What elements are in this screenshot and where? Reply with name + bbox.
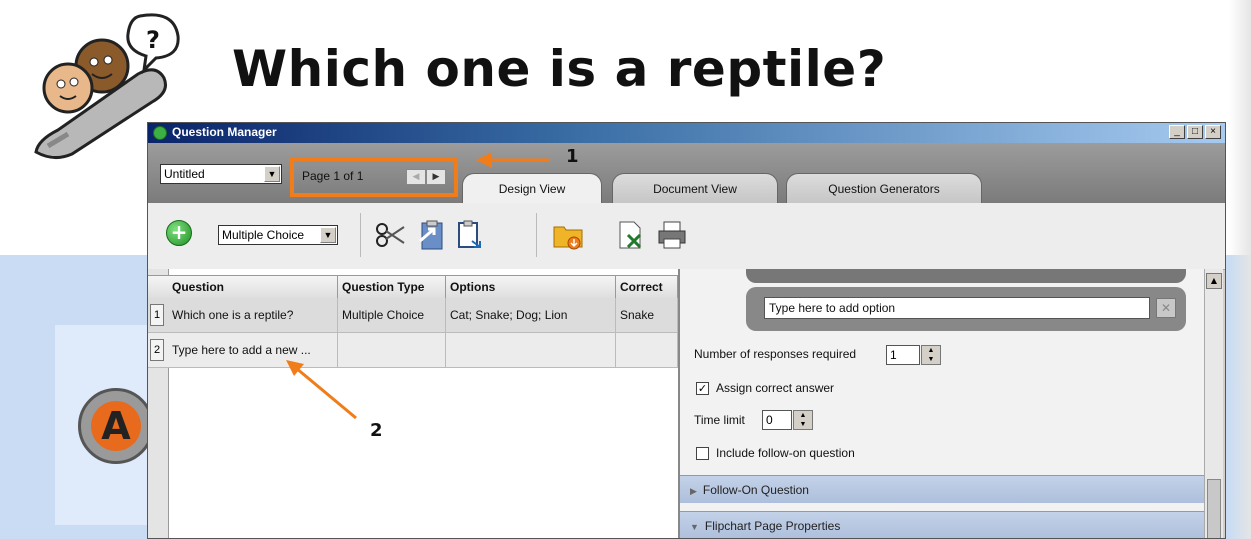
- correct-cell[interactable]: [616, 333, 678, 367]
- responses-label: Number of responses required: [694, 347, 857, 361]
- cut-icon[interactable]: [374, 219, 406, 251]
- page-properties-section[interactable]: ▼ Flipchart Page Properties: [680, 511, 1204, 538]
- stepper-arrows-icon[interactable]: ▲ ▼: [793, 410, 813, 430]
- new-question-cell[interactable]: Type here to add a new ...: [168, 333, 338, 367]
- add-question-icon[interactable]: +: [166, 220, 192, 246]
- column-header-correct[interactable]: Correct: [616, 276, 678, 298]
- toolbar-divider: [360, 213, 361, 257]
- page-edge: [1229, 0, 1251, 539]
- chevron-down-icon[interactable]: ▼: [264, 166, 280, 182]
- svg-text:?: ?: [146, 26, 160, 54]
- add-option-input[interactable]: Type here to add option: [764, 297, 1150, 319]
- question-type-cell[interactable]: [338, 333, 446, 367]
- correct-cell[interactable]: Snake: [616, 298, 678, 332]
- collapse-arrow-icon: ▼: [690, 522, 699, 532]
- tab-document-view[interactable]: Document View: [612, 173, 778, 203]
- next-page-button[interactable]: ▶: [426, 169, 446, 185]
- column-header-question[interactable]: Question: [168, 276, 338, 298]
- page-navigator: Page 1 of 1 ◀ ▶: [290, 157, 458, 197]
- follow-on-label: Include follow-on question: [716, 446, 855, 460]
- document-select[interactable]: Untitled ▼: [160, 164, 282, 184]
- previous-page-button[interactable]: ◀: [406, 169, 426, 185]
- assign-correct-checkbox[interactable]: ✓: [696, 382, 709, 395]
- chevron-down-icon[interactable]: ▼: [320, 227, 336, 243]
- time-limit-stepper[interactable]: 0 ▲ ▼: [762, 410, 813, 430]
- open-folder-icon[interactable]: [552, 219, 584, 251]
- stepper-arrows-icon[interactable]: ▲ ▼: [921, 345, 941, 365]
- question-type-cell[interactable]: Multiple Choice: [338, 298, 446, 332]
- scroll-up-icon[interactable]: ▲: [1206, 273, 1222, 289]
- row-number: 1: [150, 304, 164, 326]
- print-icon[interactable]: [656, 219, 688, 251]
- page-label: Page 1 of 1: [302, 169, 364, 183]
- column-header-options[interactable]: Options: [446, 276, 616, 298]
- expand-arrow-icon: ▶: [690, 486, 697, 496]
- follow-on-section-label: Follow-On Question: [702, 483, 809, 497]
- answer-letter: A: [91, 401, 141, 451]
- question-type-select[interactable]: Multiple Choice ▼: [218, 225, 338, 245]
- follow-on-section[interactable]: ▶ Follow-On Question: [680, 475, 1204, 503]
- scroll-thumb[interactable]: [1207, 479, 1221, 538]
- grid-header: Question Question Type Options Correct: [148, 275, 678, 299]
- column-header-question-type[interactable]: Question Type: [338, 276, 446, 298]
- tab-bar: Untitled ▼ Page 1 of 1 ◀ ▶ Design View D…: [148, 143, 1225, 203]
- callout-number-1: 1: [566, 146, 579, 167]
- time-limit-label: Time limit: [694, 413, 745, 427]
- callout-number-2: 2: [370, 420, 383, 441]
- properties-scrollbar[interactable]: ▲: [1204, 269, 1223, 538]
- toolbar-divider: [536, 213, 537, 257]
- document-select-value: Untitled: [164, 167, 205, 181]
- page-properties-section-label: Flipchart Page Properties: [704, 519, 841, 533]
- question-grid: Question Question Type Options Correct 1…: [148, 269, 680, 538]
- panel-divider: [746, 269, 1186, 283]
- slide-title: Which one is a reptile?: [232, 40, 887, 98]
- options-cell[interactable]: [446, 333, 616, 367]
- assign-correct-label: Assign correct answer: [716, 381, 835, 395]
- follow-on-checkbox[interactable]: [696, 447, 709, 460]
- toolbar: + Multiple Choice ▼: [148, 203, 1225, 270]
- question-manager-window: Question Manager _ □ × Untitled ▼ Page 1…: [147, 122, 1226, 539]
- delete-option-icon[interactable]: ✕: [1156, 298, 1176, 318]
- table-row[interactable]: 2 Type here to add a new ...: [148, 333, 678, 368]
- tab-design-view[interactable]: Design View: [462, 173, 602, 203]
- time-limit-value: 0: [766, 413, 773, 427]
- export-icon[interactable]: [416, 219, 448, 251]
- export-excel-icon[interactable]: [614, 219, 646, 251]
- window-title: Question Manager: [172, 125, 277, 139]
- app-icon: [153, 126, 167, 140]
- responses-value: 1: [890, 348, 897, 362]
- question-type-value: Multiple Choice: [222, 228, 305, 242]
- row-number: 2: [150, 339, 164, 361]
- responses-stepper[interactable]: 1 ▲ ▼: [886, 345, 941, 365]
- minimize-button[interactable]: _: [1169, 125, 1185, 139]
- tab-question-generators[interactable]: Question Generators: [786, 173, 982, 203]
- window-titlebar[interactable]: Question Manager _ □ ×: [148, 123, 1225, 143]
- maximize-button[interactable]: □: [1187, 125, 1203, 139]
- properties-panel: Type here to add option ✕ Number of resp…: [680, 269, 1211, 538]
- question-cell[interactable]: Which one is a reptile?: [168, 298, 338, 332]
- paste-icon[interactable]: [454, 219, 486, 251]
- options-cell[interactable]: Cat; Snake; Dog; Lion: [446, 298, 616, 332]
- answer-a-badge: A: [78, 388, 154, 464]
- table-row[interactable]: 1 Which one is a reptile? Multiple Choic…: [148, 298, 678, 333]
- close-button[interactable]: ×: [1205, 125, 1221, 139]
